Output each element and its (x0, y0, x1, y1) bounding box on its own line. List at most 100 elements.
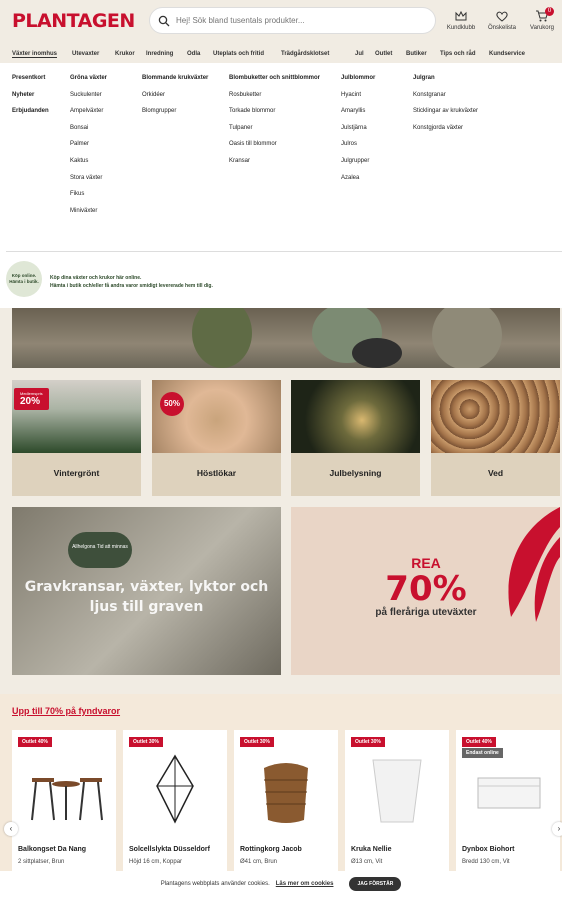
tile-image: Medlemspris 20% (12, 380, 141, 453)
menu-item[interactable]: Stora växter (70, 175, 107, 192)
offers-title[interactable]: Upp till 70% på fyndvaror (12, 706, 120, 716)
mega-left-links: Presentkort Nyheter Erbjudanden (12, 75, 49, 125)
menu-item[interactable]: Torkade blommor (229, 108, 320, 125)
site-header: PLANTAGEN Kundklubb Önskelista 0 Varukor… (0, 0, 562, 45)
outlet-label: Outlet 30% (351, 737, 385, 747)
cookie-text: Plantagens webbplats använder cookies. (160, 881, 270, 887)
product-name: Kruka Nellie (351, 846, 392, 853)
nav-butiker[interactable]: Butiker (406, 51, 427, 57)
pot-image (192, 308, 252, 368)
nav-tradgardsklotset[interactable]: Trädgårdsklotset (281, 51, 329, 57)
onskelista-button[interactable]: Önskelista (482, 9, 522, 31)
nav-utevaxter[interactable]: Utevaxter (72, 51, 99, 57)
tile-hostlokar[interactable]: 50% Höstlökar (152, 380, 281, 496)
menu-item[interactable]: Hyacint (341, 92, 375, 109)
tile-image (431, 380, 560, 453)
menu-item[interactable]: Julblommor (341, 75, 375, 92)
menu-item[interactable]: Palmer (70, 141, 107, 158)
menu-item[interactable]: Gröna växter (70, 75, 107, 92)
menu-item[interactable]: Orkidéer (142, 92, 208, 109)
menu-item[interactable]: Sticklingar av krukväxter (413, 108, 478, 125)
nav-uteplats[interactable]: Uteplats och fritid (213, 51, 264, 57)
rea-subtitle: på fleråriga uteväxter (375, 607, 477, 618)
click-collect-text: Köp dina växter och krukor här online. H… (50, 274, 213, 290)
menu-item[interactable]: Tulpaner (229, 125, 320, 142)
varukorg-button[interactable]: 0 Varukorg (522, 7, 562, 31)
link-nyheter[interactable]: Nyheter (12, 92, 49, 109)
menu-item[interactable]: Blommande krukväxter (142, 75, 208, 92)
link-erbjudanden[interactable]: Erbjudanden (12, 108, 49, 125)
menu-item[interactable]: Julstjärna (341, 125, 375, 142)
banner-title: Gravkransar, växter, lyktor och ljus til… (24, 579, 269, 615)
rea-percent: 70% (385, 569, 467, 609)
menu-item[interactable]: Ampelväxter (70, 108, 107, 125)
search-bar[interactable] (149, 7, 436, 34)
menu-item[interactable]: Konstgranar (413, 92, 478, 109)
menu-item[interactable]: Amaryllis (341, 108, 375, 125)
product-details: Höjd 16 cm, Koppar (129, 859, 183, 865)
menu-item[interactable]: Oasis till blommor (229, 141, 320, 158)
rea-text: REA 70% på fleråriga uteväxter (351, 555, 501, 618)
offers-section: Upp till 70% på fyndvaror Outlet 40% Bal… (0, 694, 562, 897)
product-name: Solcellslykta Düsseldorf (129, 846, 210, 853)
menu-item[interactable]: Miniväxter (70, 208, 107, 225)
onskelista-label: Önskelista (487, 25, 516, 31)
mega-divider (6, 251, 562, 252)
search-input[interactable] (176, 16, 416, 25)
crown-icon (455, 10, 467, 21)
menu-item[interactable]: Kaktus (70, 158, 107, 175)
menu-item[interactable]: Azalea (341, 175, 375, 192)
nav-krukor[interactable]: Krukor (115, 51, 135, 57)
tile-label: Höstlökar (196, 468, 237, 478)
tile-julbelysning[interactable]: Julbelysning (291, 380, 420, 496)
menu-item[interactable]: Julros (341, 141, 375, 158)
banner-rea[interactable]: REA 70% på fleråriga uteväxter (291, 507, 560, 675)
allhelgona-chip: Allhelgona Tid att minnas (68, 532, 132, 568)
product-details: Bredd 130 cm, Vit (462, 859, 510, 865)
nav-vaxter-inomhus[interactable]: Växter inomhus (12, 51, 58, 58)
cookie-accept-button[interactable]: JAG FÖRSTÅR (349, 877, 402, 891)
menu-item[interactable]: Rosbuketter (229, 92, 320, 109)
tile-label: Julbelysning (329, 468, 382, 478)
outlet-label: Outlet 30% (240, 737, 274, 747)
cookie-link[interactable]: Läs mer om cookies (276, 881, 334, 887)
product-name: Balkongset Da Nang (18, 846, 87, 853)
kundklubb-label: Kundklubb (446, 25, 476, 31)
nav-kundservice[interactable]: Kundservice (489, 51, 525, 57)
product-details: 2 sittplatser, Brun (18, 859, 65, 865)
mega-col-julblommor: Julblommor Hyacint Amaryllis Julstjärna … (341, 75, 375, 191)
carousel-prev-icon[interactable]: ‹ (4, 822, 18, 836)
mega-col-julgran: Julgran Konstgranar Sticklingar av krukv… (413, 75, 478, 141)
nav-odla[interactable]: Odla (187, 51, 200, 57)
menu-item[interactable]: Suckulenter (70, 92, 107, 109)
menu-item[interactable]: Konstgjorda växter (413, 125, 478, 142)
link-presentkort[interactable]: Presentkort (12, 75, 49, 92)
nav-inredning[interactable]: Inredning (146, 51, 173, 57)
plantagen-logo[interactable]: PLANTAGEN (12, 10, 135, 32)
nav-outlet[interactable]: Outlet (375, 51, 392, 57)
product-name: Rottingkorg Jacob (240, 846, 302, 853)
menu-item[interactable]: Blombuketter och snittblommor (229, 75, 320, 92)
nav-tips[interactable]: Tips och råd (440, 51, 476, 57)
banner-allhelgona[interactable]: Allhelgona Tid att minnas Gravkransar, v… (12, 507, 281, 675)
kundklubb-button[interactable]: Kundklubb (441, 9, 481, 31)
outlet-label: Outlet 40% (462, 737, 496, 747)
carousel-next-icon[interactable]: › (552, 822, 562, 836)
tile-image (291, 380, 420, 453)
badge-value: 20% (20, 396, 41, 407)
menu-item[interactable]: Julgran (413, 75, 478, 92)
nav-jul[interactable]: Jul (355, 51, 364, 57)
menu-item[interactable]: Julgrupper (341, 158, 375, 175)
product-details: Ø41 cm, Brun (240, 859, 278, 865)
menu-item[interactable]: Fikus (70, 191, 107, 208)
tile-ved[interactable]: Ved (431, 380, 560, 496)
discount-badge: Medlemspris 20% (14, 388, 49, 410)
menu-item[interactable]: Kransar (229, 158, 320, 175)
tile-vintergront[interactable]: Medlemspris 20% Vintergrönt (12, 380, 141, 496)
menu-item[interactable]: Blomgrupper (142, 108, 208, 125)
menu-item[interactable]: Bonsai (70, 125, 107, 142)
online-only-label: Endast online (462, 748, 503, 758)
pot-image (432, 308, 502, 368)
hero-banner[interactable] (12, 308, 560, 368)
product-image (31, 778, 103, 821)
